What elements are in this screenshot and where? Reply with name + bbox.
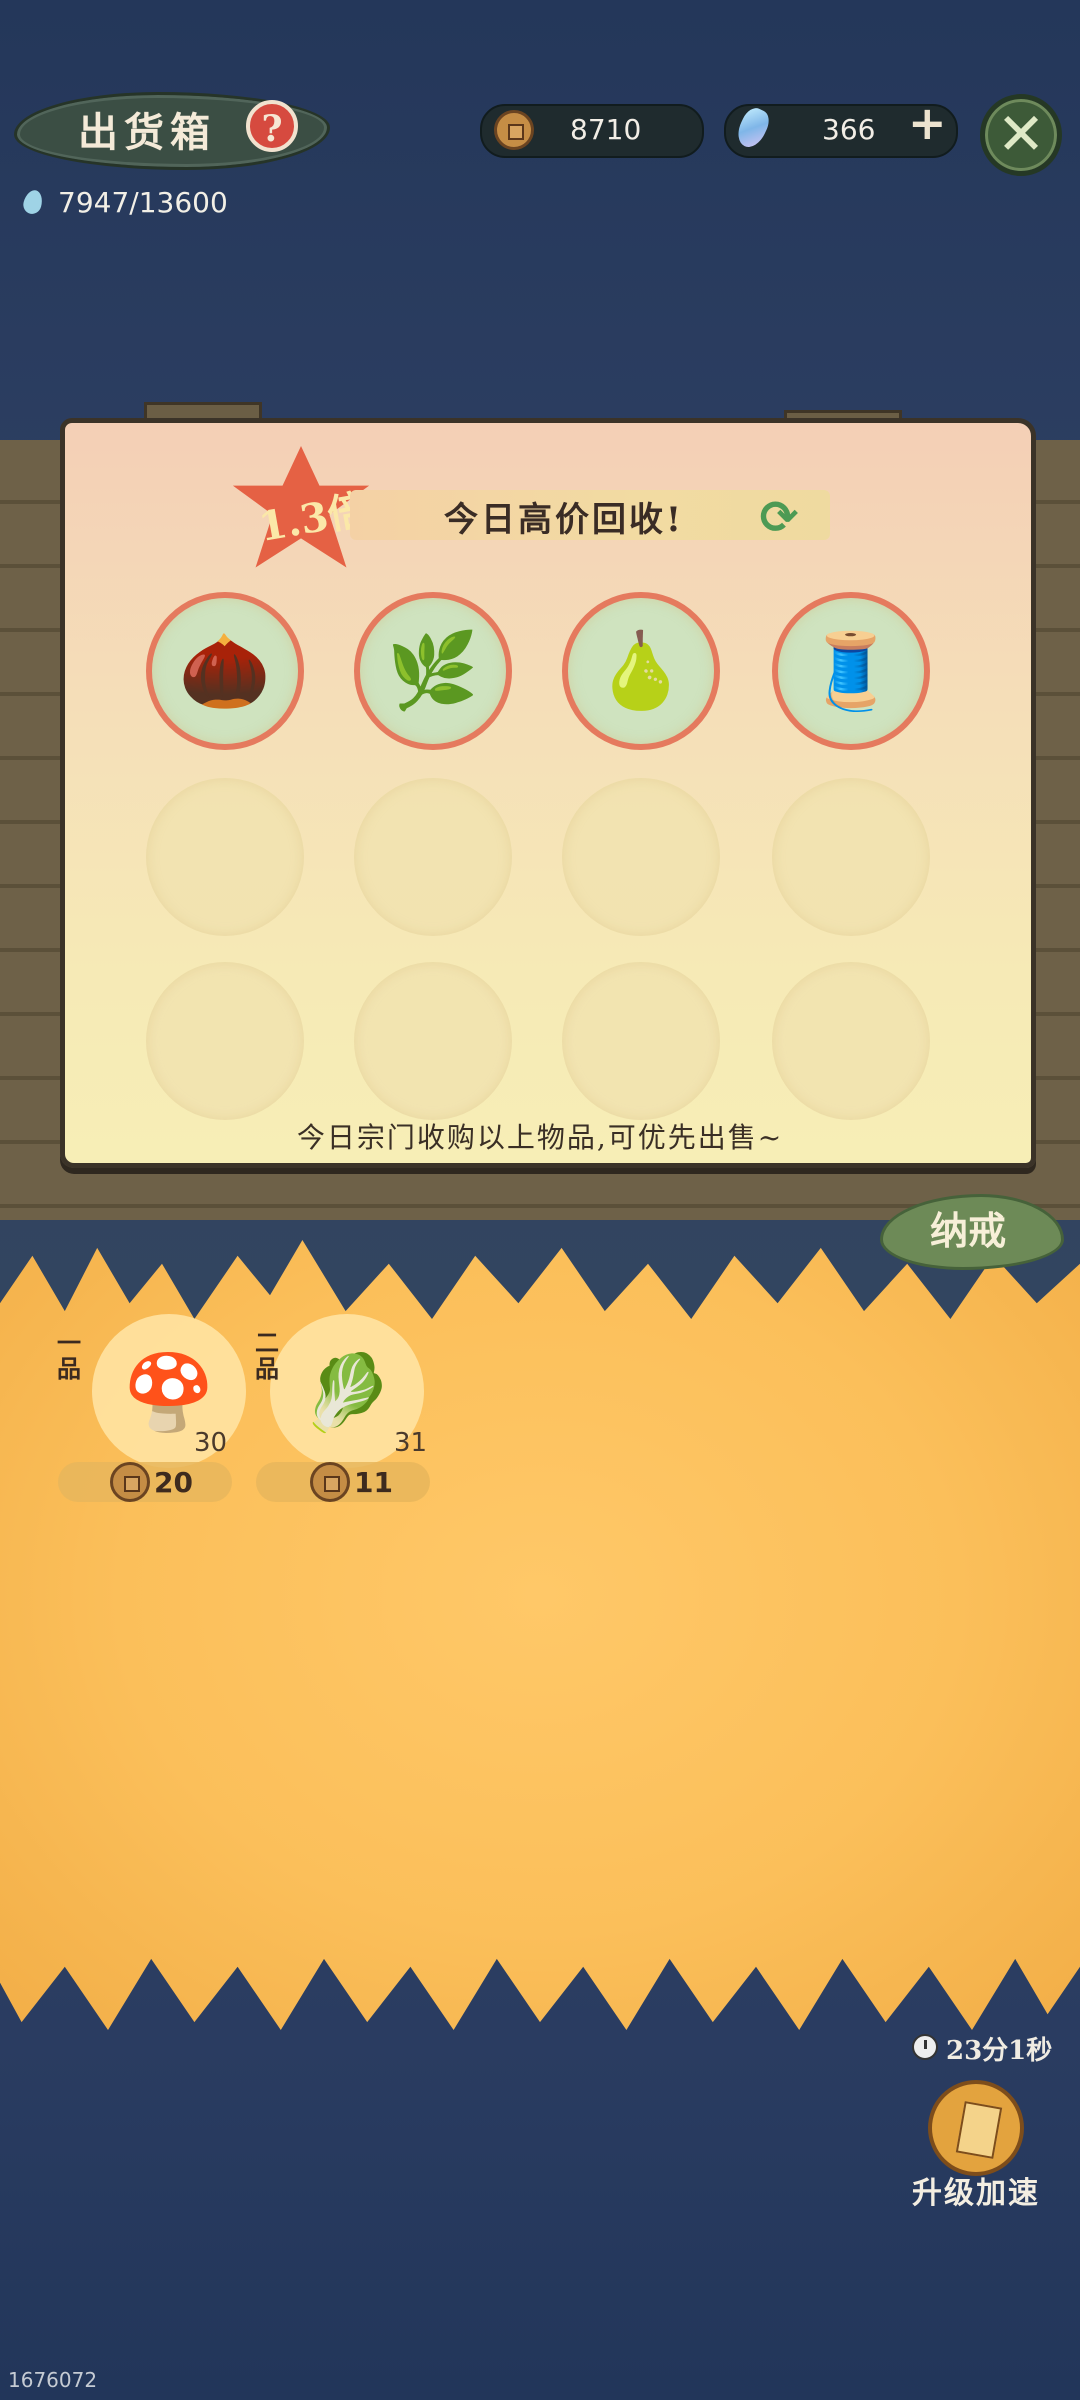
- empty-slot: [562, 962, 720, 1120]
- herb-icon: 🌿: [386, 628, 480, 714]
- coin-counter: 8710: [480, 104, 704, 158]
- empty-slot: [772, 778, 930, 936]
- add-gems-icon[interactable]: +: [908, 96, 947, 150]
- close-button[interactable]: ✕: [980, 94, 1062, 176]
- coin-amount: 8710: [570, 113, 642, 146]
- thread-spool-icon: 🧵: [804, 628, 898, 714]
- coin-icon: [110, 1462, 150, 1502]
- coin-icon: [494, 110, 534, 150]
- recycle-slot[interactable]: 🧵: [772, 592, 930, 750]
- energy-counter: 7947/13600: [58, 186, 228, 219]
- item-price: 11: [354, 1466, 393, 1499]
- item-price: 20: [154, 1466, 193, 1499]
- question-mark-icon[interactable]: ?: [246, 100, 298, 152]
- water-drop-icon: [21, 188, 45, 216]
- board-note: 今日宗门收购以上物品,可优先出售~: [296, 1121, 784, 1154]
- speedup-button[interactable]: [928, 2080, 1024, 2176]
- speedup-label: 升级加速: [912, 2176, 1040, 2211]
- pear-icon: 🍐: [594, 628, 688, 714]
- inventory-item[interactable]: 一品 🍄 30 20: [52, 1314, 246, 1514]
- upgrade-timer: 23分1秒: [946, 2036, 1053, 2066]
- item-grade: 一品: [57, 1328, 81, 1383]
- empty-slot: [562, 778, 720, 936]
- banner-title: 今日高价回收!: [444, 500, 684, 540]
- empty-slot: [354, 778, 512, 936]
- empty-slot: [146, 778, 304, 936]
- seeds-icon: 🌰: [178, 628, 272, 714]
- ring-tab-label: 纳戒: [930, 1208, 1007, 1253]
- recycle-slot[interactable]: 🌰: [146, 592, 304, 750]
- empty-slot: [146, 962, 304, 1120]
- coin-icon: [310, 1462, 350, 1502]
- gem-amount: 366: [822, 113, 876, 146]
- page-title: 出货箱: [78, 109, 216, 156]
- clock-icon: [912, 2034, 938, 2060]
- recycle-slot[interactable]: 🌿: [354, 592, 512, 750]
- user-id: 1676072: [8, 2368, 98, 2392]
- item-quantity: 30: [194, 1428, 228, 1458]
- inventory-item[interactable]: 二品 🥬 31 11: [250, 1314, 430, 1514]
- refresh-icon[interactable]: ⟳: [754, 494, 804, 540]
- empty-slot: [772, 962, 930, 1120]
- item-quantity: 31: [394, 1428, 428, 1458]
- empty-slot: [354, 962, 512, 1120]
- recycle-slot[interactable]: 🍐: [562, 592, 720, 750]
